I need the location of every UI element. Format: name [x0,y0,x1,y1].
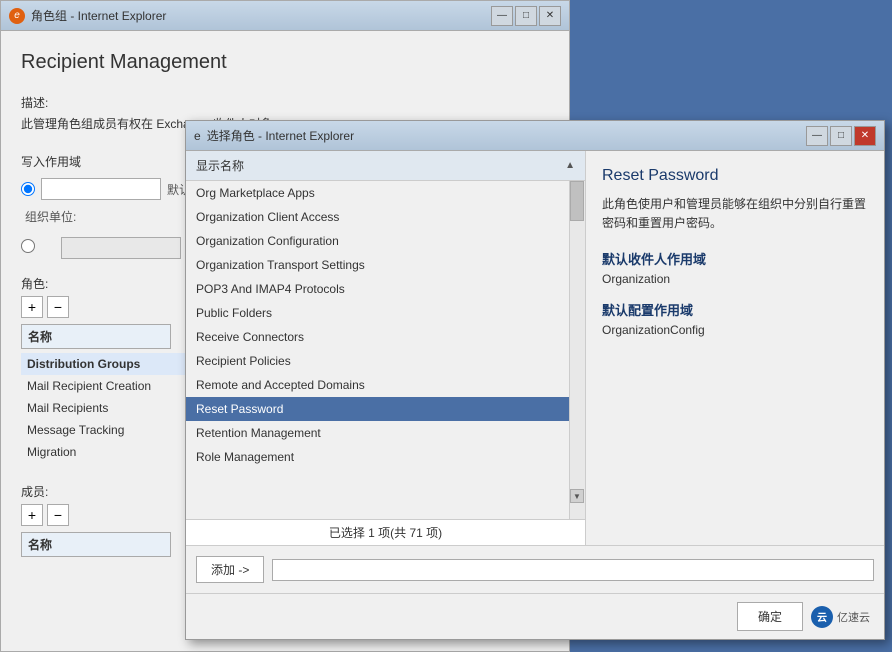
fg-list-scroll: Org Marketplace Apps Organization Client… [186,181,585,519]
fg-add-button[interactable]: 添加 -> [196,556,264,583]
list-item-org-config[interactable]: Organization Configuration [186,229,585,253]
bg-org-radio-input[interactable] [21,239,35,253]
list-item-receive-connectors[interactable]: Receive Connectors [186,325,585,349]
bg-desc-label: 描述: [21,94,549,111]
bg-default-radio-text[interactable] [41,178,161,200]
fg-sort-arrow-up[interactable]: ▲ [565,160,575,171]
fg-window-controls: — □ ✕ [806,126,876,146]
bg-title-text: e 角色组 - Internet Explorer [9,7,166,24]
fg-default-recipient-title: 默认收件人作用域 [602,249,868,268]
bg-members-add-btn[interactable]: + [21,504,43,526]
bg-ie-icon: e [9,8,25,24]
fg-dialog-footer: 确定 云 亿速云 [186,593,884,639]
fg-list-header-label: 显示名称 [196,157,244,174]
bg-heading: Recipient Management [21,51,549,74]
fg-default-config-value: OrganizationConfig [602,323,868,337]
fg-logo-text: 亿速云 [837,609,870,625]
fg-status-bar: 已选择 1 项(共 71 项) [186,519,585,545]
fg-body: 显示名称 ▲ Org Marketplace Apps Organization… [186,151,884,545]
fg-ie-icon: e [194,129,201,143]
list-item-role-mgmt[interactable]: Role Management [186,445,585,469]
fg-scrollbar-thumb[interactable] [570,181,584,221]
fg-scrollbar-track: ▼ [569,181,585,519]
bg-close-btn[interactable]: ✕ [539,6,561,26]
list-item-pop3-imap4[interactable]: POP3 And IMAP4 Protocols [186,277,585,301]
fg-default-recipient-value: Organization [602,272,868,286]
bg-title-bar: e 角色组 - Internet Explorer — □ ✕ [1,1,569,31]
list-item-public-folders[interactable]: Public Folders [186,301,585,325]
bg-maximize-btn[interactable]: □ [515,6,537,26]
fg-footer-logo: 云 亿速云 [811,606,870,628]
bg-default-radio-input[interactable] [21,182,35,196]
list-item-org-client-access[interactable]: Organization Client Access [186,205,585,229]
fg-right-title: Reset Password [602,167,868,185]
fg-default-config-title: 默认配置作用域 [602,300,868,319]
fg-status-text: 已选择 1 项(共 71 项) [329,526,442,540]
fg-dialog: e 选择角色 - Internet Explorer — □ ✕ 显示名称 ▲ … [185,120,885,640]
bg-role-remove-btn[interactable]: − [47,296,69,318]
list-item-retention[interactable]: Retention Management [186,421,585,445]
fg-right-panel: Reset Password 此角色使用户和管理员能够在组织中分别自行重置密码和… [586,151,884,545]
fg-title-bar: e 选择角色 - Internet Explorer — □ ✕ [186,121,884,151]
bg-minimize-btn[interactable]: — [491,6,513,26]
bg-members-name-header: 名称 [21,532,171,557]
fg-list-items: Org Marketplace Apps Organization Client… [186,181,585,519]
fg-close-btn[interactable]: ✕ [854,126,876,146]
fg-minimize-btn[interactable]: — [806,126,828,146]
bg-title-label: 角色组 - Internet Explorer [31,7,166,24]
list-item-remote-accepted[interactable]: Remote and Accepted Domains [186,373,585,397]
fg-title-label: 选择角色 - Internet Explorer [207,127,354,144]
fg-confirm-button[interactable]: 确定 [737,602,803,631]
list-item-recipient-policies[interactable]: Recipient Policies [186,349,585,373]
fg-add-input[interactable] [272,559,874,581]
fg-list-header: 显示名称 ▲ [186,151,585,181]
fg-left-panel: 显示名称 ▲ Org Marketplace Apps Organization… [186,151,586,545]
list-item-org-marketplace[interactable]: Org Marketplace Apps [186,181,585,205]
fg-right-desc: 此角色使用户和管理员能够在组织中分别自行重置密码和重置用户密码。 [602,195,868,233]
fg-add-row: 添加 -> [186,545,884,593]
fg-logo-icon: 云 [811,606,833,628]
bg-role-name-header: 名称 [21,324,171,349]
fg-title-text: e 选择角色 - Internet Explorer [194,127,354,144]
fg-scroll-down-btn[interactable]: ▼ [570,489,584,503]
bg-role-add-btn[interactable]: + [21,296,43,318]
list-item-org-transport[interactable]: Organization Transport Settings [186,253,585,277]
bg-members-remove-btn[interactable]: − [47,504,69,526]
list-item-reset-password[interactable]: Reset Password [186,397,585,421]
bg-window-controls: — □ ✕ [491,6,561,26]
bg-org-input[interactable] [61,237,181,259]
fg-maximize-btn[interactable]: □ [830,126,852,146]
